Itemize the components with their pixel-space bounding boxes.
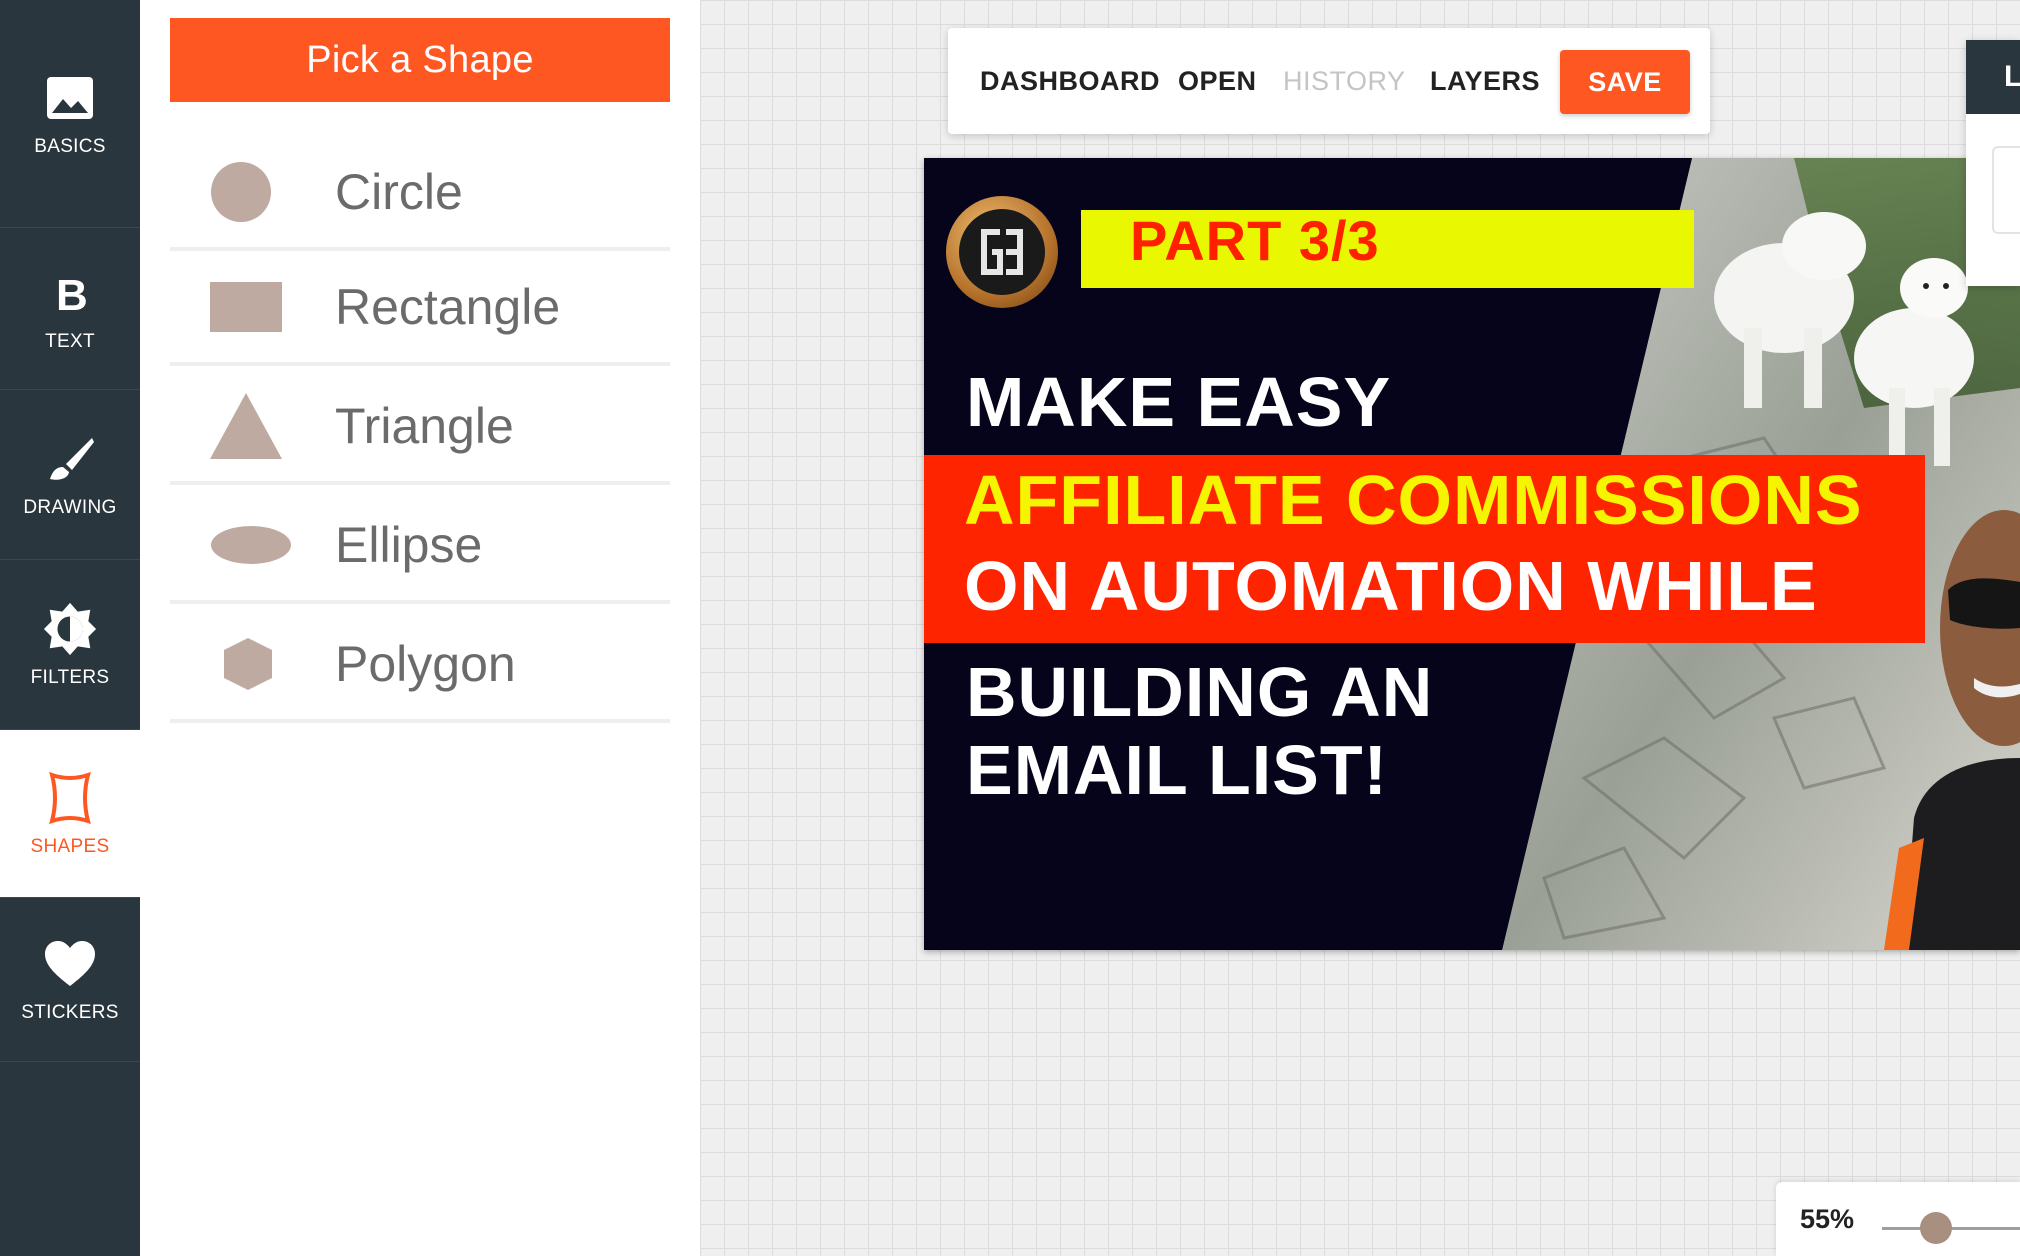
ellipse-icon — [210, 489, 300, 600]
shape-label-ellipse: Ellipse — [335, 516, 483, 573]
heart-icon — [42, 936, 98, 992]
headline-line-4: BUILDING AN — [966, 653, 1434, 731]
headline-line-2: AFFILIATE COMMISSIONS — [964, 461, 1863, 539]
shape-panel: Pick a Shape Circle Rectangle Triangle E… — [140, 0, 700, 1256]
channel-logo — [946, 196, 1058, 308]
headline-line-3: ON AUTOMATION WHILE — [964, 547, 1818, 625]
nav-item-drawing[interactable]: DRAWING — [0, 390, 140, 560]
shape-label-polygon: Polygon — [335, 635, 516, 692]
svg-text:B: B — [56, 272, 88, 314]
layer-thumbnail[interactable] — [1992, 146, 2020, 234]
shape-item-ellipse[interactable]: Ellipse — [170, 489, 670, 604]
shape-item-polygon[interactable]: Polygon — [170, 608, 670, 723]
sidebar-nav: BASICS B TEXT DRAWING FILTERS SHAPES STI… — [0, 0, 140, 1256]
panel-title: Pick a Shape — [170, 18, 670, 102]
circle-icon — [210, 136, 300, 247]
nav-label-drawing: DRAWING — [23, 496, 117, 518]
nav-label-filters: FILTERS — [30, 666, 110, 688]
history-button[interactable]: HISTORY — [1283, 28, 1406, 134]
layers-panel-title: L — [1966, 40, 2020, 114]
nav-item-stickers[interactable]: STICKERS — [0, 898, 140, 1062]
shape-label-circle: Circle — [335, 163, 463, 220]
brightness-icon — [42, 601, 98, 657]
bold-b-icon: B — [42, 265, 98, 321]
nav-item-text[interactable]: B TEXT — [0, 228, 140, 390]
headline-line-1: MAKE EASY — [966, 363, 1392, 441]
nav-label-shapes: SHAPES — [30, 835, 110, 857]
canvas-artwork[interactable]: PART 3/3 MAKE EASY AFFILIATE COMMISSIONS… — [924, 158, 2020, 950]
shape-label-rectangle: Rectangle — [335, 278, 561, 335]
rectangle-icon — [210, 251, 300, 362]
dashboard-button[interactable]: DASHBOARD — [980, 28, 1160, 134]
layers-panel: L — [1966, 40, 2020, 286]
paintbrush-icon — [42, 431, 98, 487]
nav-label-text: TEXT — [45, 330, 95, 352]
top-toolbar: DASHBOARD OPEN HISTORY LAYERS SAVE — [948, 28, 1710, 134]
triangle-icon — [210, 370, 300, 481]
shape-item-triangle[interactable]: Triangle — [170, 370, 670, 485]
image-icon — [42, 70, 98, 126]
save-button[interactable]: SAVE — [1560, 50, 1690, 114]
nav-item-shapes[interactable]: SHAPES — [0, 730, 140, 898]
zoom-slider-handle[interactable] — [1920, 1212, 1952, 1244]
shape-item-circle[interactable]: Circle — [170, 136, 670, 251]
shape-item-rectangle[interactable]: Rectangle — [170, 251, 670, 366]
logo-emblem-icon — [959, 209, 1045, 295]
zoom-level: 55% — [1800, 1204, 1855, 1234]
zoom-control: 55% — [1776, 1182, 2020, 1256]
nav-item-filters[interactable]: FILTERS — [0, 560, 140, 730]
part-text: PART 3/3 — [1130, 209, 1380, 272]
headline-line-5: EMAIL LIST! — [966, 731, 1388, 809]
nav-item-basics[interactable]: BASICS — [0, 0, 140, 228]
shape-frame-icon — [42, 770, 98, 826]
layers-button[interactable]: LAYERS — [1430, 28, 1540, 134]
nav-label-basics: BASICS — [34, 135, 106, 157]
open-button[interactable]: OPEN — [1178, 28, 1257, 134]
polygon-icon — [210, 608, 300, 719]
nav-label-stickers: STICKERS — [21, 1001, 119, 1023]
shape-label-triangle: Triangle — [335, 397, 514, 454]
